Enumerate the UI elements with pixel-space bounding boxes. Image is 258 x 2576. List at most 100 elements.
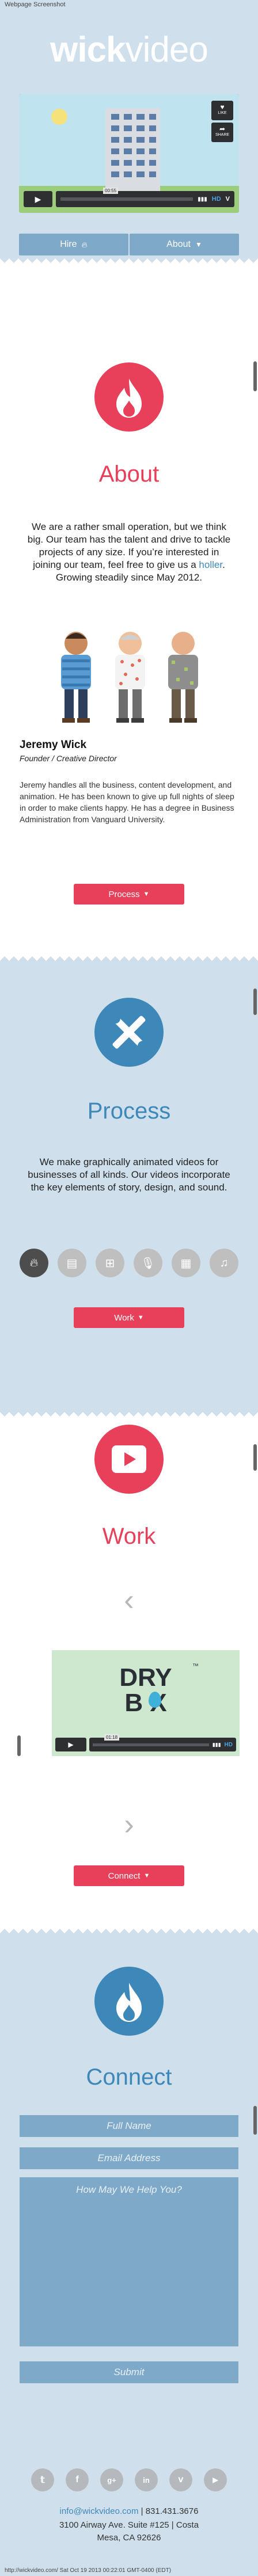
about-button[interactable]: About ▼	[130, 234, 239, 255]
youtube-icon: ▶	[213, 2476, 218, 2484]
video-controls: ▶ 00:55 ▮▮▮ HD V	[24, 188, 234, 207]
next-arrow[interactable]: ›	[117, 1810, 141, 1840]
twitter-link[interactable]: 𝕥	[31, 2468, 54, 2491]
flame-icon: 🔥︎	[29, 1256, 39, 1269]
share-icon: ➦	[219, 125, 226, 133]
video-icon	[112, 1445, 146, 1473]
connect-icon-circle	[94, 1967, 164, 2036]
microphone-icon: 🎙︎	[141, 1257, 155, 1270]
share-label: SHARE	[215, 133, 230, 137]
play-button[interactable]: ▶	[24, 191, 52, 207]
chevron-down-icon: ▼	[195, 241, 202, 249]
facebook-icon: f	[75, 2475, 79, 2485]
process-text: We make graphically animated videos for …	[28, 1157, 230, 1193]
tool-animation[interactable]: 🔥︎	[20, 1249, 48, 1277]
connect-button[interactable]: Connect ▼	[74, 1865, 184, 1886]
work-title: Work	[102, 1524, 156, 1549]
hero-section: Webpage Screenshot wickvideo ♥ LIKE ➦ SH…	[0, 0, 258, 256]
work-button[interactable]: Work ▼	[74, 1307, 184, 1328]
process-button[interactable]: Process ▼	[74, 884, 184, 905]
hire-button[interactable]: Hire 🔥︎	[19, 234, 128, 255]
hero-video-player[interactable]: ♥ LIKE ➦ SHARE ▶ 00:55 ▮▮▮ HD V	[19, 94, 239, 213]
volume-slider-handle[interactable]	[17, 1735, 21, 1756]
zigzag-divider	[0, 256, 258, 263]
screenshot-label: Webpage Screenshot	[5, 1, 66, 8]
share-button[interactable]: ➦ SHARE	[211, 123, 233, 142]
drop-icon	[149, 1692, 161, 1708]
work-video-player[interactable]: DRY B X ™ ▶ 01:18 ▮▮▮ HD	[52, 1650, 240, 1756]
wickvideo-logo[interactable]: wickvideo	[0, 32, 258, 68]
scroll-handle[interactable]	[253, 361, 257, 391]
video-progress-bar[interactable]: 00:55 ▮▮▮ HD V	[56, 188, 234, 207]
work-icon-circle	[94, 1425, 164, 1494]
play-button[interactable]: ▶	[55, 1738, 86, 1751]
full-name-input[interactable]: Full Name	[20, 2115, 238, 2137]
about-label: About	[166, 239, 191, 249]
vimeo-icon[interactable]: V	[226, 196, 230, 203]
tool-voiceover[interactable]: 🎙︎	[134, 1249, 162, 1277]
chevron-down-icon: ▼	[137, 1314, 144, 1321]
chevron-down-icon: ▼	[143, 1872, 150, 1879]
vimeo-link[interactable]: v	[169, 2468, 192, 2491]
chevron-down-icon: ▼	[143, 891, 150, 898]
play-icon: ▶	[35, 194, 41, 204]
linkedin-icon: in	[143, 2475, 150, 2485]
person-role: Founder / Creative Director	[20, 754, 117, 763]
email-link[interactable]: info@wickvideo.com	[60, 2506, 139, 2516]
process-button-label: Process	[108, 889, 140, 899]
flame-icon	[116, 1983, 142, 2022]
connect-section: Connect Full Name Email Address How May …	[0, 1936, 258, 2576]
scroll-handle[interactable]	[253, 2106, 257, 2135]
tools-icon	[110, 1013, 148, 1051]
email-input[interactable]: Email Address	[20, 2147, 238, 2169]
video-controls: ▶ 01:18 ▮▮▮ HD	[55, 1734, 236, 1751]
footer-contact: info@wickvideo.com | 831.431.3676	[0, 2506, 258, 2516]
connect-button-label: Connect	[108, 1871, 141, 1881]
capture-line: http://wickvideo.com/ Sat Oct 19 2013 00…	[5, 2567, 172, 2574]
logo-video: video	[125, 30, 208, 70]
tool-storyboard[interactable]: ⊞	[96, 1249, 124, 1277]
youtube-link[interactable]: ▶	[204, 2468, 227, 2491]
hd-badge[interactable]: HD	[225, 1742, 233, 1748]
scroll-handle[interactable]	[253, 989, 257, 1015]
scroll-handle[interactable]	[253, 1444, 257, 1471]
person-bio: Jeremy handles all the business, content…	[20, 780, 234, 824]
facebook-link[interactable]: f	[66, 2468, 89, 2491]
video-progress-bar[interactable]: 01:18 ▮▮▮ HD	[89, 1734, 236, 1751]
social-links: 𝕥 f g+ in v ▶	[31, 2468, 227, 2491]
process-section: Process We make graphically animated vid…	[0, 963, 258, 1410]
tool-script[interactable]: ▤	[58, 1249, 86, 1277]
document-icon: ▤	[66, 1257, 78, 1270]
linkedin-link[interactable]: in	[135, 2468, 158, 2491]
heart-icon: ♥	[220, 103, 225, 111]
tool-music[interactable]: ♫	[210, 1249, 238, 1277]
zigzag-divider	[0, 1410, 258, 1417]
team-illustration	[61, 632, 198, 723]
video-scrubber[interactable]: 00:55	[60, 188, 193, 201]
message-textarea[interactable]: How May We Help You?	[20, 2177, 238, 2346]
flame-icon: 🔥︎	[81, 239, 88, 249]
tool-video[interactable]: ▦	[172, 1249, 200, 1277]
hd-badge[interactable]: HD	[212, 196, 221, 203]
about-title: About	[98, 461, 160, 487]
like-button[interactable]: ♥ LIKE	[211, 101, 233, 120]
about-icon-circle	[94, 362, 164, 432]
google-plus-icon: g+	[107, 2475, 116, 2485]
volume-icon[interactable]: ▮▮▮	[198, 196, 207, 203]
phone-text: | 831.431.3676	[138, 2506, 199, 2516]
google-plus-link[interactable]: g+	[100, 2468, 123, 2491]
video-time: 01:18	[104, 1734, 120, 1741]
about-intro: We are a rather small operation, but we …	[24, 521, 234, 584]
video-scrubber[interactable]: 01:18	[93, 1734, 209, 1746]
person-name: Jeremy Wick	[20, 739, 87, 751]
holler-link[interactable]: holler	[199, 559, 222, 570]
previous-arrow[interactable]: ‹	[117, 1585, 141, 1615]
drybox-logo-bottom: B X	[124, 1689, 167, 1717]
hire-label: Hire	[60, 239, 77, 249]
vimeo-icon: v	[178, 2475, 184, 2485]
footer-address: 3100 Airway Ave. Suite #125 | Costa Mesa…	[59, 2520, 199, 2543]
video-time: 00:55	[103, 188, 119, 194]
volume-icon[interactable]: ▮▮▮	[213, 1742, 221, 1748]
zigzag-divider	[0, 1929, 258, 1936]
submit-button[interactable]: Submit	[20, 2361, 238, 2383]
